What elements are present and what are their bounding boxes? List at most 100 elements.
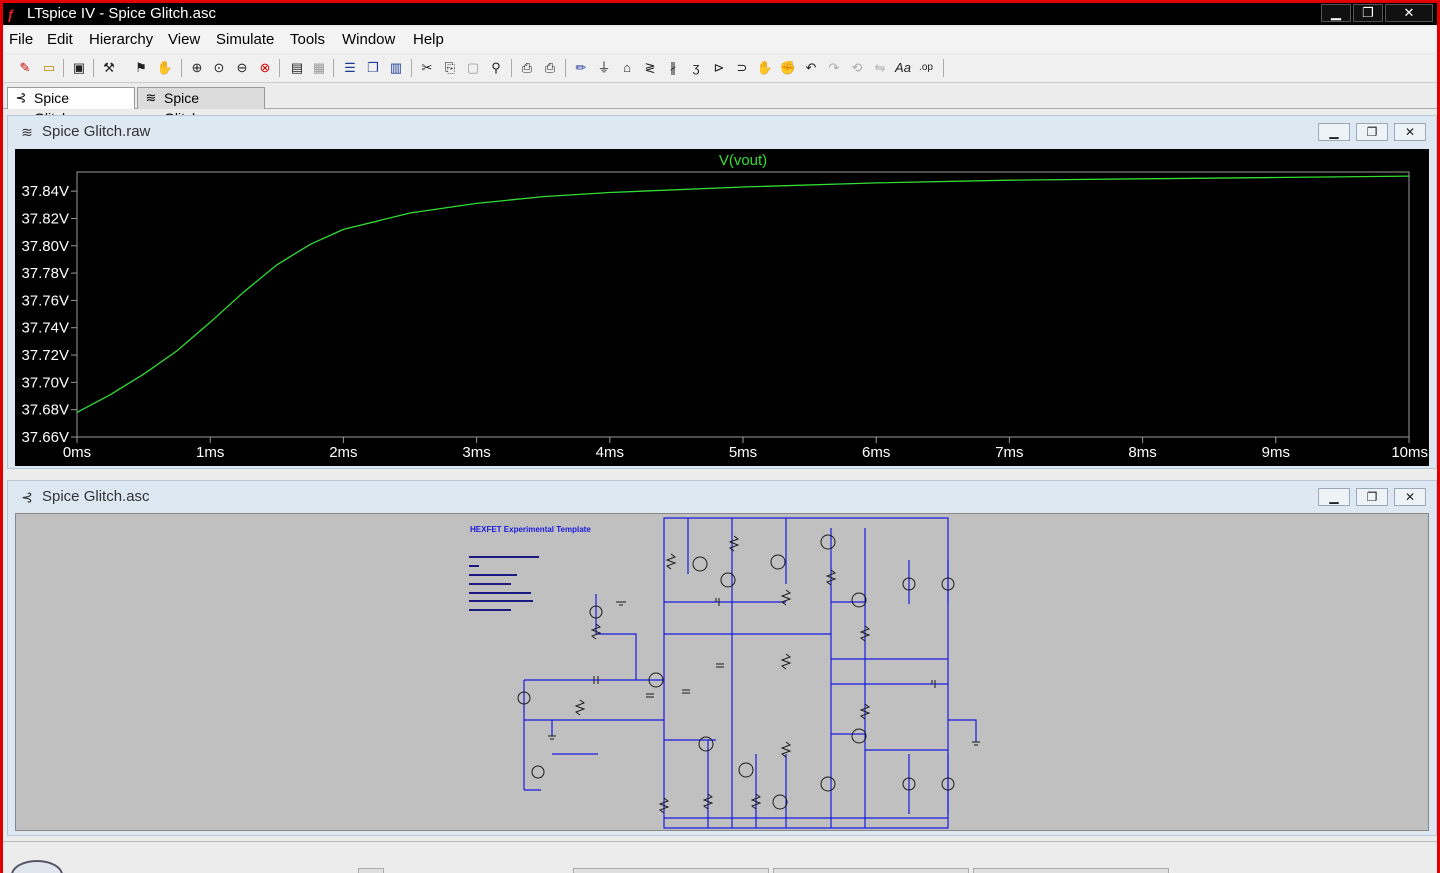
control-panel-icon[interactable]: ⚒ xyxy=(99,58,119,78)
copy-icon[interactable]: ⎘ xyxy=(440,58,460,78)
resistor-icon[interactable] xyxy=(728,535,740,552)
pan-icon[interactable]: ⊙ xyxy=(209,58,229,78)
voltage-source-icon[interactable] xyxy=(531,765,545,779)
autorange-icon[interactable]: ▤ xyxy=(287,58,307,78)
waveform-window-title: Spice Glitch.raw xyxy=(42,123,151,140)
mosfet-icon[interactable] xyxy=(820,776,836,792)
circuit-wires[interactable] xyxy=(523,517,977,829)
waveform-plot-pane[interactable]: V(vout) 37.66V 37.68V 37.70V 37.72V 37.74V 37… xyxy=(15,149,1429,466)
zoom-out-icon[interactable]: ⊖ xyxy=(232,58,252,78)
spice-directives-block[interactable] xyxy=(469,556,539,611)
menu-window[interactable]: Window xyxy=(342,31,395,48)
zoom-fit-icon[interactable]: ⊗ xyxy=(255,58,275,78)
fft-icon[interactable]: ▦ xyxy=(309,58,329,78)
transistor-icon[interactable] xyxy=(698,736,714,752)
toolbar-separator xyxy=(63,59,64,77)
capacitor-icon[interactable]: ∦ xyxy=(663,58,683,78)
redo-icon[interactable]: ↷ xyxy=(824,58,844,78)
status-pane xyxy=(773,868,969,873)
print-preview-icon[interactable]: ⎙ xyxy=(517,58,537,78)
find-icon[interactable]: ⚲ xyxy=(486,58,506,78)
menu-view[interactable]: View xyxy=(168,31,200,48)
diode-icon[interactable]: ⊳ xyxy=(709,58,729,78)
tile-horizontal-icon[interactable]: ☰ xyxy=(340,58,360,78)
schematic-restore-button[interactable]: ❐ xyxy=(1356,488,1388,506)
toolbar-separator xyxy=(333,59,334,77)
series-line-vout[interactable] xyxy=(76,175,1410,413)
schematic-drawing[interactable]: HEXFET Experimental Template xyxy=(16,514,1430,832)
spice-directive-icon[interactable]: .op xyxy=(916,58,936,78)
waveform-chart[interactable]: V(vout) 37.66V37.68V37.70V37.72V37.74V37… xyxy=(15,149,1429,466)
menu-simulate[interactable]: Simulate xyxy=(216,31,274,48)
mosfet-icon[interactable] xyxy=(820,534,836,550)
close-button[interactable]: ✕ xyxy=(1385,4,1433,22)
x-axis[interactable]: 0ms 1ms 2ms 3ms 4ms 5ms 6ms 7ms 8ms 9ms 10ms xyxy=(63,437,1428,461)
circuit-components[interactable] xyxy=(517,534,980,814)
inductor-icon[interactable]: ʒ xyxy=(686,58,706,78)
resistor-icon[interactable] xyxy=(665,553,677,570)
menu-file[interactable]: File xyxy=(9,31,33,48)
zoom-in-icon[interactable]: ⊕ xyxy=(187,58,207,78)
waveform-minimize-button[interactable]: ▁ xyxy=(1318,123,1350,141)
waveform-restore-button[interactable]: ❐ xyxy=(1356,123,1388,141)
app-frame: ƒ LTspice IV - Spice Glitch.asc ▁ ❐ ✕ Fi… xyxy=(0,0,1440,873)
mosfet-icon[interactable] xyxy=(851,592,867,608)
status-pane xyxy=(973,868,1169,873)
resistor-icon[interactable] xyxy=(574,699,586,716)
open-folder-icon[interactable]: ▭ xyxy=(39,58,59,78)
tab-schematic[interactable]: ⊰ Spice Glitch.asc xyxy=(7,87,135,126)
mirror-icon[interactable]: ⇋ xyxy=(870,58,890,78)
move-icon[interactable]: ✋ xyxy=(755,58,775,78)
menu-tools[interactable]: Tools xyxy=(290,31,325,48)
menu-edit[interactable]: Edit xyxy=(47,31,73,48)
tile-vertical-icon[interactable]: ▥ xyxy=(386,58,406,78)
new-schematic-icon[interactable]: ✎ xyxy=(15,58,35,78)
trace-label[interactable]: V(vout) xyxy=(719,152,767,169)
waveform-close-button[interactable]: ✕ xyxy=(1394,123,1426,141)
paste-icon[interactable]: ▢ xyxy=(463,58,483,78)
transistor-icon[interactable] xyxy=(770,554,786,570)
schematic-close-button[interactable]: ✕ xyxy=(1394,488,1426,506)
halt-icon[interactable]: ✋ xyxy=(155,58,175,78)
text-icon[interactable]: Aa xyxy=(893,58,913,78)
windows-start-icon[interactable] xyxy=(11,860,63,873)
resistor-icon[interactable] xyxy=(780,653,792,670)
schematic-canvas[interactable]: HEXFET Experimental Template xyxy=(15,513,1429,831)
menu-hierarchy[interactable]: Hierarchy xyxy=(89,31,153,48)
run-icon[interactable]: ⚑ xyxy=(131,58,151,78)
capacitor-icon[interactable] xyxy=(682,689,690,694)
toolbar-separator xyxy=(511,59,512,77)
drag-icon[interactable]: ✊ xyxy=(778,58,798,78)
wire xyxy=(831,658,948,751)
transistor-icon[interactable] xyxy=(720,572,736,588)
transistor-icon[interactable] xyxy=(772,794,788,810)
schematic-icon: ⊰ xyxy=(21,489,33,505)
transistor-icon[interactable] xyxy=(692,556,708,572)
schematic-minimize-button[interactable]: ▁ xyxy=(1318,488,1350,506)
transistor-icon[interactable] xyxy=(738,762,754,778)
restore-button[interactable]: ❐ xyxy=(1353,4,1383,22)
print-icon[interactable]: ⎙ xyxy=(540,58,560,78)
save-icon[interactable]: ▣ xyxy=(69,58,89,78)
minimize-button[interactable]: ▁ xyxy=(1321,4,1351,22)
undo-icon[interactable]: ↶ xyxy=(801,58,821,78)
ground-icon[interactable]: ⏚ xyxy=(594,58,614,78)
ground-icon xyxy=(548,735,556,740)
rotate-icon[interactable]: ⟲ xyxy=(847,58,867,78)
x-tick-label: 0ms xyxy=(63,444,91,461)
y-axis[interactable]: 37.66V37.68V37.70V37.72V37.74V37.76V37.7… xyxy=(21,183,77,446)
plot-frame xyxy=(76,171,1410,438)
capacitor-icon[interactable] xyxy=(646,693,654,698)
component-icon[interactable]: ⊃ xyxy=(732,58,752,78)
cut-icon[interactable]: ✂ xyxy=(417,58,437,78)
menu-help[interactable]: Help xyxy=(413,31,444,48)
label-net-icon[interactable]: ⌂ xyxy=(617,58,637,78)
draw-wire-icon[interactable]: ✏ xyxy=(571,58,591,78)
mosfet-icon[interactable] xyxy=(851,728,867,744)
capacitor-icon[interactable] xyxy=(716,663,724,668)
resistor-icon[interactable] xyxy=(780,589,792,606)
directive-line xyxy=(469,592,531,594)
cascade-icon[interactable]: ❐ xyxy=(363,58,383,78)
resistor-icon[interactable]: ≷ xyxy=(640,58,660,78)
tab-waveform[interactable]: ≋ Spice Glitch.raw xyxy=(137,87,265,126)
